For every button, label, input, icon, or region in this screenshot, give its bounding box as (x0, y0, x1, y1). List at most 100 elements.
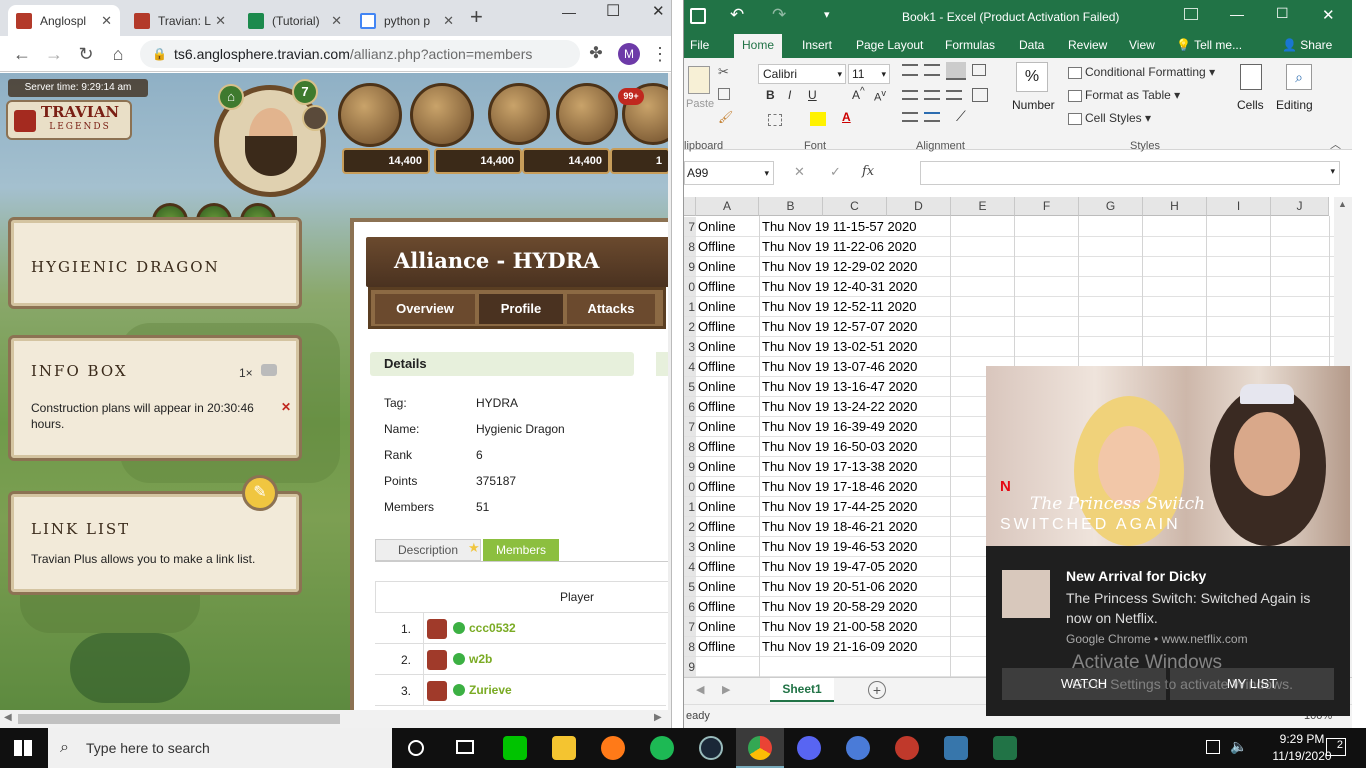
tab-profile[interactable]: Profile (479, 294, 563, 324)
edit-pencil-icon[interactable]: ✎ (242, 475, 278, 511)
confirm-entry-icon[interactable]: ✓ (830, 164, 841, 180)
paste-icon[interactable] (688, 66, 710, 94)
decrease-indent-icon[interactable] (902, 112, 918, 122)
tab-tutorial[interactable]: (Tutorial) ✕ (240, 5, 350, 36)
table-row[interactable]: 9 Online Thu Nov 19 12-29-02 2020 (684, 257, 1334, 277)
row-header[interactable]: 5 (684, 377, 696, 396)
python-icon[interactable] (944, 736, 968, 760)
address-bar[interactable]: 🔒 ts6.anglosphere.travian.com/allianz.ph… (140, 40, 580, 68)
scroll-left-icon[interactable]: ◀ (4, 712, 12, 723)
tab-review[interactable]: Review (1068, 38, 1107, 52)
tab-insert[interactable]: Insert (802, 38, 832, 52)
row-header[interactable]: 0 (684, 277, 696, 296)
cell-status[interactable]: Online (698, 457, 736, 477)
travian-logo[interactable]: TRAVIAN LEGENDS (6, 100, 132, 140)
sheet-tab-sheet1[interactable]: Sheet1 (770, 678, 834, 702)
table-row[interactable]: 0 Offline Thu Nov 19 12-40-31 2020 (684, 277, 1334, 297)
paste-label[interactable]: Paste (686, 98, 714, 110)
cell-status[interactable]: Offline (698, 277, 735, 297)
cell-timestamp[interactable]: Thu Nov 19 21-00-58 2020 (762, 617, 917, 637)
scroll-right-icon[interactable]: ▶ (654, 712, 662, 723)
village-view-button[interactable] (410, 83, 474, 147)
tab-view[interactable]: View (1129, 38, 1155, 52)
cells-icon[interactable] (1240, 64, 1262, 90)
align-top-icon[interactable] (902, 64, 918, 76)
dismiss-icon[interactable]: ✕ (281, 400, 291, 414)
home-village-icon[interactable]: ⌂ (218, 84, 244, 110)
column-header-h[interactable]: H (1143, 197, 1207, 216)
copy-icon[interactable] (718, 88, 730, 100)
discord-icon[interactable] (797, 736, 821, 760)
clock-time[interactable]: 9:29 PM (1272, 732, 1332, 746)
cell-status[interactable]: Offline (698, 517, 735, 537)
row-header[interactable]: 7 (684, 217, 696, 236)
snipping-tool-icon[interactable] (895, 736, 919, 760)
extensions-icon[interactable]: ✤ (584, 42, 608, 66)
cell-status[interactable]: Online (698, 337, 736, 357)
column-header-e[interactable]: E (951, 197, 1015, 216)
cell-status[interactable]: Online (698, 617, 736, 637)
ribbon-display-icon[interactable] (1184, 8, 1198, 20)
cell-status[interactable]: Online (698, 377, 736, 397)
tab-attacks[interactable]: Attacks (567, 294, 655, 324)
tab-members[interactable]: Members (483, 539, 559, 561)
statistics-button[interactable] (556, 83, 618, 145)
grow-font-button[interactable]: A^ (852, 86, 865, 102)
cell-status[interactable]: Online (698, 297, 736, 317)
close-icon[interactable]: ✕ (101, 13, 112, 29)
row-header[interactable]: 1 (684, 297, 696, 316)
windows-start-icon[interactable] (14, 740, 32, 756)
font-name-select[interactable]: Calibri ▾ (758, 64, 846, 84)
align-left-icon[interactable] (902, 90, 918, 100)
alliance-box[interactable]: HYGIENIC DRAGON (8, 217, 302, 309)
firefox-icon[interactable] (601, 736, 625, 760)
chromium-icon[interactable] (846, 736, 870, 760)
align-right-icon[interactable] (946, 90, 962, 100)
row-header[interactable]: 0 (684, 477, 696, 496)
cortana-icon[interactable] (408, 740, 424, 756)
cell-timestamp[interactable]: Thu Nov 19 13-16-47 2020 (762, 377, 917, 397)
resources-view-button[interactable] (338, 83, 402, 147)
format-as-table-button[interactable]: Format as Table ▾ (1068, 88, 1180, 102)
row-header[interactable]: 7 (684, 617, 696, 636)
percent-icon[interactable]: % (1016, 62, 1048, 92)
member-name-link[interactable]: w2b (469, 652, 492, 666)
align-bottom-icon[interactable] (946, 62, 966, 80)
row-header[interactable]: 3 (684, 537, 696, 556)
maximize-button[interactable]: ☐ (606, 1, 620, 21)
editing-button[interactable]: Editing (1276, 98, 1313, 112)
name-box[interactable]: A99 ▾ (684, 161, 774, 185)
tab-home[interactable]: Home (734, 34, 783, 58)
cells-button[interactable]: Cells (1237, 98, 1264, 112)
minimize-button[interactable]: — (562, 4, 576, 20)
italic-button[interactable]: I (788, 88, 791, 102)
column-header-d[interactable]: D (887, 197, 951, 216)
redo-icon[interactable]: ↷ (772, 5, 786, 25)
tab-python[interactable]: python p ✕ (352, 5, 462, 36)
cell-timestamp[interactable]: Thu Nov 19 19-46-53 2020 (762, 537, 917, 557)
member-name-link[interactable]: Zurieve (469, 683, 512, 697)
cell-timestamp[interactable]: Thu Nov 19 21-16-09 2020 (762, 637, 917, 657)
steam-icon[interactable] (699, 736, 723, 760)
back-button[interactable]: ← (10, 42, 34, 66)
cancel-entry-icon[interactable]: ✕ (794, 164, 805, 180)
spotify-icon[interactable] (650, 736, 674, 760)
row-header[interactable]: 8 (684, 237, 696, 256)
member-name-link[interactable]: ccc0532 (469, 621, 516, 635)
tab-overview[interactable]: Overview (375, 294, 475, 324)
borders-icon[interactable] (768, 114, 782, 126)
cell-timestamp[interactable]: Thu Nov 19 12-52-11 2020 (762, 297, 916, 317)
cell-timestamp[interactable]: Thu Nov 19 18-46-21 2020 (762, 517, 917, 537)
next-sheet-icon[interactable]: ▶ (722, 683, 730, 696)
undo-icon[interactable]: ↶ (730, 5, 744, 25)
reload-button[interactable]: ↻ (74, 42, 98, 66)
row-header[interactable]: 8 (684, 637, 696, 656)
tab-page-layout[interactable]: Page Layout (856, 38, 923, 52)
cell-timestamp[interactable]: Thu Nov 19 17-18-46 2020 (762, 477, 917, 497)
cell-status[interactable]: Offline (698, 317, 735, 337)
close-icon[interactable]: ✕ (331, 13, 342, 29)
tell-me-box[interactable]: 💡 Tell me... (1176, 38, 1242, 52)
chrome-taskbar-active[interactable] (736, 728, 784, 768)
cell-timestamp[interactable]: Thu Nov 19 13-24-22 2020 (762, 397, 917, 417)
cell-timestamp[interactable]: Thu Nov 19 20-51-06 2020 (762, 577, 917, 597)
